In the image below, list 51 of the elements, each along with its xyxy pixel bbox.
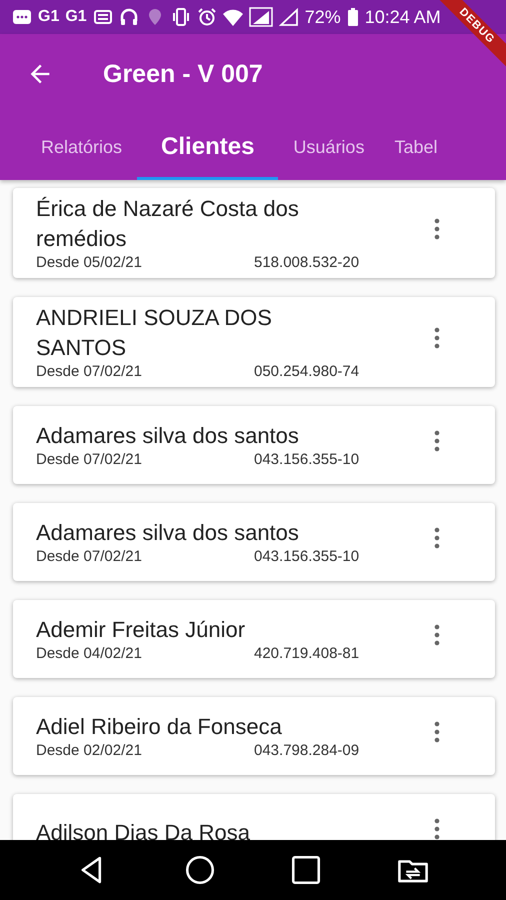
notification-label: G1 (38, 8, 60, 26)
more-options-icon[interactable] (433, 527, 441, 549)
client-since-date: Desde 04/02/21 (36, 645, 143, 663)
tab[interactable]: Tabel (379, 114, 452, 180)
alarm-icon (196, 7, 217, 27)
client-name: Adilson Dias Da Rosa (36, 819, 251, 840)
signal-icon (248, 7, 273, 27)
more-options-icon[interactable] (433, 327, 441, 349)
battery-percent: 72% (304, 6, 341, 28)
headphones-icon (118, 7, 139, 27)
client-name: ANDRIELI SOUZA DOS SANTOS (36, 304, 273, 362)
client-document: 518.008.532-20 (254, 254, 360, 272)
client-document: 420.719.408-81 (254, 645, 360, 663)
client-since-date: Desde 02/02/21 (36, 742, 143, 760)
more-options-icon[interactable] (433, 430, 441, 452)
client-card[interactable]: Ademir Freitas Júnior Desde 04/02/21 420.719.408-81 (13, 600, 495, 678)
client-since-date: Desde 05/02/21 (36, 254, 143, 272)
notification-label: G1 (65, 8, 87, 26)
client-card[interactable]: Adamares silva dos santos Desde 07/02/21 043.156.355-10 (13, 503, 495, 581)
client-since-date: Desde 07/02/21 (36, 363, 143, 381)
client-card[interactable]: Érica de Nazaré Costa dos remédios Desde 05/02/21 518.008.532-20 (13, 188, 495, 278)
client-document: 043.798.284-09 (254, 742, 360, 760)
vibrate-icon (170, 7, 191, 27)
more-options-icon[interactable] (433, 721, 441, 743)
client-document: 050.254.980-74 (254, 363, 360, 381)
client-name: Adiel Ribeiro da Fonseca (36, 713, 283, 741)
battery-icon (346, 7, 359, 27)
tab[interactable]: Usuários (278, 114, 380, 180)
client-card[interactable]: Adilson Dias Da Rosa (13, 794, 495, 840)
client-since-date: Desde 07/02/21 (36, 548, 143, 566)
tab[interactable]: Relatórios (26, 114, 138, 180)
news-icon (92, 7, 113, 27)
client-name: Érica de Nazaré Costa dos remédios (36, 195, 300, 253)
client-document: 043.156.355-10 (254, 548, 360, 566)
more-options-icon[interactable] (433, 818, 441, 840)
more-options-icon[interactable] (433, 624, 441, 646)
signal-icon (278, 7, 299, 27)
app-title: Green - V 007 (103, 60, 263, 88)
wifi-icon (222, 7, 243, 27)
message-icon (12, 7, 32, 27)
client-since-date: Desde 07/02/21 (36, 451, 143, 469)
client-card[interactable]: Adamares silva dos santos Desde 07/02/21 043.156.355-10 (13, 406, 495, 484)
clock: 10:24 AM (364, 6, 441, 28)
client-card[interactable]: Adiel Ribeiro da Fonseca Desde 02/02/21 043.798.284-09 (13, 697, 495, 775)
client-document: 043.156.355-10 (254, 451, 360, 469)
client-name: Ademir Freitas Júnior (36, 616, 246, 644)
client-card[interactable]: ANDRIELI SOUZA DOS SANTOS Desde 07/02/21 050.254.980-74 (13, 297, 495, 387)
client-name: Adamares silva dos santos (36, 519, 300, 547)
tab[interactable]: Clientes (137, 114, 278, 180)
client-name: Adamares silva dos santos (36, 422, 300, 450)
more-options-icon[interactable] (433, 218, 441, 240)
